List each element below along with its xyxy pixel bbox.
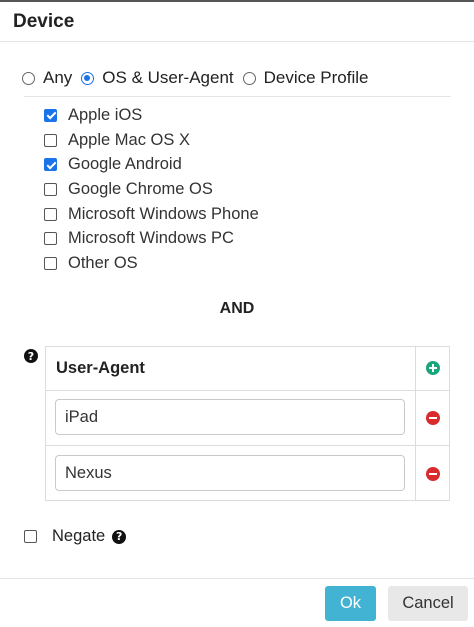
user-agent-row <box>46 446 449 500</box>
checkbox[interactable] <box>44 158 57 172</box>
user-agent-input[interactable] <box>55 455 405 491</box>
user-agent-row <box>46 390 449 446</box>
os-label: Microsoft Windows PC <box>68 229 234 248</box>
radio-any[interactable] <box>22 71 35 85</box>
os-item-microsoft-windows-phone[interactable]: Microsoft Windows Phone <box>44 202 259 227</box>
os-item-apple-ios[interactable]: Apple iOS <box>44 103 259 128</box>
user-agent-table: User-Agent <box>45 346 450 501</box>
radio-os-user-agent-label[interactable]: OS & User-Agent <box>102 68 233 88</box>
checkbox[interactable] <box>44 207 57 221</box>
checkbox[interactable] <box>44 182 57 196</box>
checkbox[interactable] <box>44 256 57 270</box>
user-agent-help[interactable]: ? <box>24 349 38 363</box>
dialog-title: Device <box>13 11 75 32</box>
plus-circle-icon[interactable] <box>426 361 440 375</box>
os-item-google-chrome-os[interactable]: Google Chrome OS <box>44 177 259 202</box>
os-item-other-os[interactable]: Other OS <box>44 251 259 276</box>
divider <box>24 96 451 97</box>
ok-button[interactable]: Ok <box>325 586 376 621</box>
radio-os-user-agent[interactable] <box>81 71 95 85</box>
negate-label[interactable]: Negate <box>52 527 105 546</box>
question-circle-icon[interactable]: ? <box>24 349 38 363</box>
os-item-apple-mac-os-x[interactable]: Apple Mac OS X <box>44 128 259 153</box>
match-mode-radio-group: Any OS & User-Agent Device Profile <box>22 67 378 89</box>
negate-option[interactable]: Negate ? <box>24 527 127 546</box>
radio-any-label[interactable]: Any <box>43 68 72 88</box>
os-label: Apple Mac OS X <box>68 130 190 149</box>
os-label: Google Chrome OS <box>68 179 213 198</box>
checkbox[interactable] <box>44 133 57 147</box>
radio-device-profile-label[interactable]: Device Profile <box>264 68 369 88</box>
os-item-google-android[interactable]: Google Android <box>44 152 259 177</box>
question-circle-icon[interactable]: ? <box>112 529 127 544</box>
negate-checkbox[interactable] <box>24 530 37 543</box>
minus-circle-icon[interactable] <box>426 411 440 425</box>
dialog-header: Device <box>0 2 474 42</box>
column-divider <box>415 347 416 500</box>
cancel-button[interactable]: Cancel <box>388 586 468 621</box>
user-agent-table-header: User-Agent <box>46 347 449 391</box>
checkbox[interactable] <box>44 108 57 122</box>
minus-circle-icon[interactable] <box>426 467 440 481</box>
and-separator-label: AND <box>219 300 255 317</box>
radio-device-profile[interactable] <box>242 71 256 85</box>
os-label: Microsoft Windows Phone <box>68 204 259 223</box>
os-checkbox-list: Apple iOS Apple Mac OS X Google Android … <box>44 103 259 276</box>
checkbox[interactable] <box>44 232 57 246</box>
os-item-microsoft-windows-pc[interactable]: Microsoft Windows PC <box>44 226 259 251</box>
user-agent-header-label: User-Agent <box>56 359 145 377</box>
os-label: Apple iOS <box>68 105 143 124</box>
user-agent-input[interactable] <box>55 399 405 435</box>
os-label: Google Android <box>68 155 182 174</box>
os-label: Other OS <box>68 253 138 272</box>
